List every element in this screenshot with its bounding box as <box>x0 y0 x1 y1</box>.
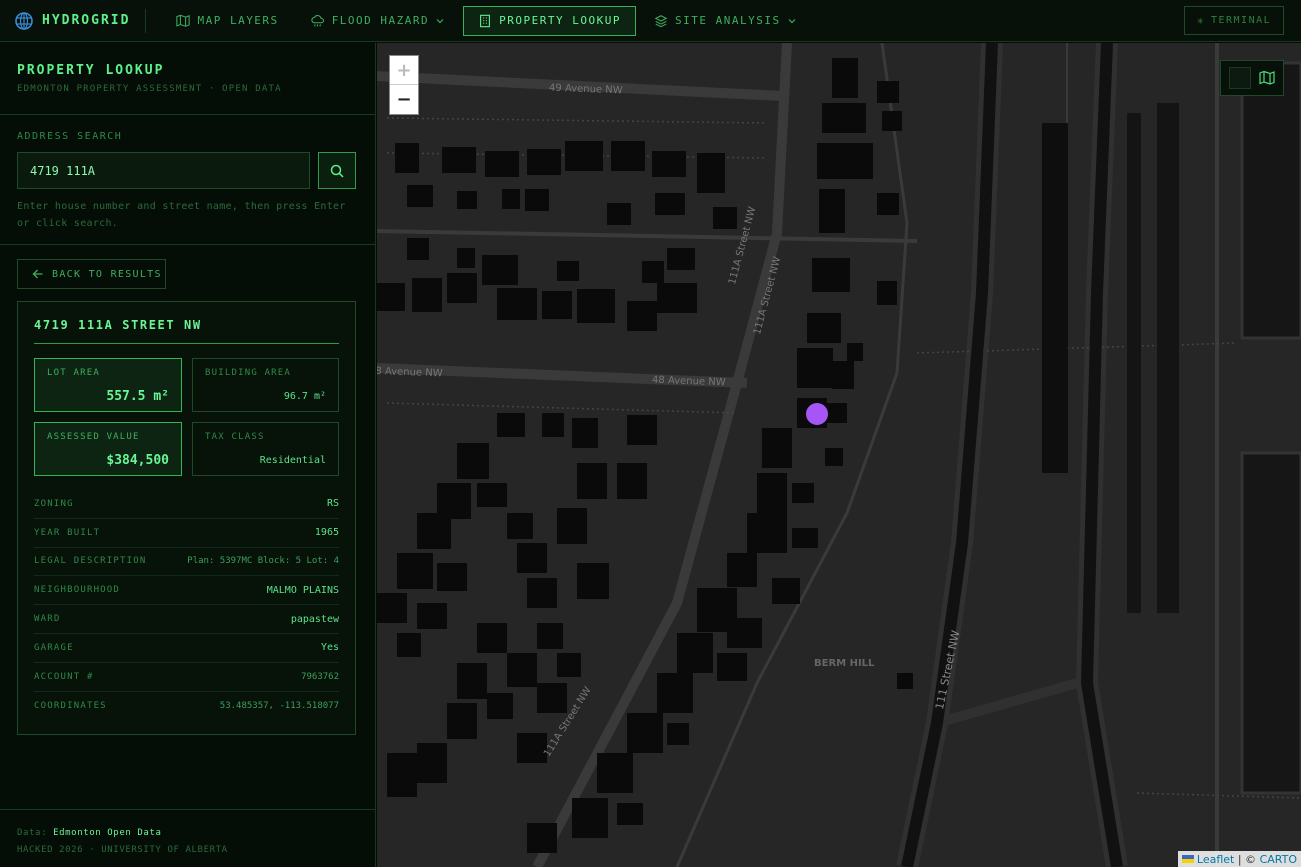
address-search-input[interactable] <box>17 152 310 189</box>
footer-credit: HACKED 2026 · UNIVERSITY OF ALBERTA <box>17 845 228 855</box>
back-label: BACK TO RESULTS <box>52 268 162 280</box>
nav-property-lookup[interactable]: PROPERTY LOOKUP <box>463 5 637 36</box>
detail-value: MALMO PLAINS <box>266 584 339 596</box>
chevron-down-icon <box>788 18 796 23</box>
nav-label: MAP LAYERS <box>197 14 279 27</box>
detail-row: LEGAL DESCRIPTION Plan: 5397MC Block: 5 L… <box>34 548 339 577</box>
map-label-48-avenue-left: 48 Avenue NW <box>377 365 443 380</box>
address-search-section: ADDRESS SEARCH Enter house number and st… <box>0 115 375 245</box>
stat-label: BUILDING AREA <box>205 368 292 378</box>
detail-key: ACCOUNT # <box>34 671 94 682</box>
attribution-separator: | © <box>1234 852 1260 866</box>
sidebar-footer: Data: Edmonton Open Data HACKED 2026 · U… <box>0 809 375 867</box>
detail-row: NEIGHBOURHOOD MALMO PLAINS <box>34 576 339 606</box>
stat-value: 557.5 m² <box>106 389 169 404</box>
property-stats: LOT AREA 557.5 m² BUILDING AREA 96.7 m² … <box>34 358 339 476</box>
detail-value: RS <box>326 498 339 510</box>
property-details-list: ZONING RS YEAR BUILT 1965 LEGAL DESCRIPTIO… <box>34 490 339 720</box>
search-hint: Enter house number and street name, then… <box>17 201 346 229</box>
zoom-out-button[interactable]: − <box>390 85 418 114</box>
detail-value: 53.485357, -113.518077 <box>219 700 339 711</box>
basemap-swatch <box>1229 67 1251 89</box>
nav-flood-hazard[interactable]: FLOOD HAZARD <box>297 6 459 36</box>
detail-value: Yes <box>320 642 339 654</box>
map-icon <box>176 14 191 27</box>
detail-row: WARD papastew <box>34 605 339 634</box>
detail-key: COORDINATES <box>34 700 107 711</box>
detail-key: GARAGE <box>34 642 74 653</box>
stat-value: 96.7 m² <box>283 391 326 402</box>
stat-value: $384,500 <box>106 453 169 468</box>
basemap-toggle-button[interactable] <box>1220 60 1284 96</box>
top-navigation-bar: HYDROGRID MAP LAYERS FLOOD HAZARD PROPER… <box>0 0 1301 42</box>
stat-assessed-value: ASSESSED VALUE $384,500 <box>34 422 182 476</box>
search-button[interactable] <box>318 152 356 189</box>
detail-row: YEAR BUILT 1965 <box>34 519 339 548</box>
nav-label: FLOOD HAZARD <box>331 14 430 27</box>
building-icon <box>480 14 491 27</box>
arrow-left-icon <box>32 269 43 279</box>
detail-key: NEIGHBOURHOOD <box>34 585 121 596</box>
nav-label: SITE ANALYSIS <box>675 14 781 27</box>
stat-lot-area: LOT AREA 557.5 m² <box>34 358 182 412</box>
cloud-rain-icon <box>311 14 324 26</box>
globe-logo-icon <box>15 11 33 30</box>
detail-key: ZONING <box>34 498 74 509</box>
address-search-label: ADDRESS SEARCH <box>17 131 123 142</box>
map-basemap <box>377 43 1301 867</box>
map-view[interactable]: 49 Avenue NW 48 Avenue NW 48 Avenue NW 1… <box>377 43 1301 867</box>
detail-key: WARD <box>34 614 61 625</box>
carto-link[interactable]: CARTO <box>1260 853 1297 866</box>
nav-site-analysis[interactable]: SITE ANALYSIS <box>640 6 811 36</box>
stat-label: ASSESSED VALUE <box>47 432 140 442</box>
detail-key: YEAR BUILT <box>34 527 101 538</box>
stat-building-area: BUILDING AREA 96.7 m² <box>192 358 339 412</box>
nav-map-layers[interactable]: MAP LAYERS <box>162 6 292 36</box>
stat-label: TAX CLASS <box>205 432 265 442</box>
data-prefix: Data: <box>17 828 48 838</box>
detail-row: ACCOUNT # 7963762 <box>34 663 339 692</box>
app-name: HYDROGRID <box>42 13 131 28</box>
stat-tax-class: TAX CLASS Residential <box>192 422 339 476</box>
leaflet-link[interactable]: Leaflet <box>1197 853 1234 866</box>
sidebar: PROPERTY LOOKUP EDMONTON PROPERTY ASSESS… <box>0 43 376 867</box>
stat-value: Residential <box>259 455 326 466</box>
terminal-label: TERMINAL <box>1210 15 1272 26</box>
map-buildings <box>377 58 1301 853</box>
back-to-results-button[interactable]: BACK TO RESULTS <box>17 259 166 289</box>
page-title: PROPERTY LOOKUP <box>17 63 165 78</box>
detail-value: papastew <box>290 613 339 625</box>
map-icon <box>1259 70 1275 85</box>
zoom-control: + − <box>389 55 419 115</box>
property-detail-card: 4719 111A STREET NW LOT AREA 557.5 m² BU… <box>17 301 356 735</box>
sidebar-header: PROPERTY LOOKUP EDMONTON PROPERTY ASSESS… <box>0 43 375 115</box>
detail-value: 1965 <box>314 527 339 539</box>
asterisk-icon: ✳ <box>1196 14 1205 27</box>
zoom-in-button[interactable]: + <box>390 56 418 85</box>
chevron-down-icon <box>436 18 444 23</box>
terminal-button[interactable]: ✳ TERMINAL <box>1184 6 1284 35</box>
map-label-berm-hill: BERM HILL <box>814 658 875 669</box>
detail-row: GARAGE Yes <box>34 634 339 663</box>
detail-value: Plan: 5397MC Block: 5 Lot: 4 <box>187 556 339 567</box>
page-subtitle: EDMONTON PROPERTY ASSESSMENT · OPEN DATA <box>17 84 282 94</box>
search-icon <box>330 164 344 178</box>
detail-key: LEGAL DESCRIPTION <box>34 556 147 567</box>
property-address: 4719 111A STREET NW <box>34 318 339 344</box>
ukraine-flag-icon <box>1181 855 1194 863</box>
detail-row: COORDINATES 53.485357, -113.518077 <box>34 692 339 721</box>
detail-value: 7963762 <box>301 671 339 682</box>
map-attribution: Leaflet | © CARTO <box>1177 851 1301 867</box>
layers-icon <box>654 14 668 27</box>
brand[interactable]: HYDROGRID <box>0 8 147 33</box>
nav-label: PROPERTY LOOKUP <box>499 14 622 27</box>
stat-label: LOT AREA <box>47 368 100 378</box>
edmonton-open-data-link[interactable]: Edmonton Open Data <box>53 828 161 838</box>
detail-row: ZONING RS <box>34 490 339 519</box>
property-location-marker[interactable] <box>806 403 828 425</box>
